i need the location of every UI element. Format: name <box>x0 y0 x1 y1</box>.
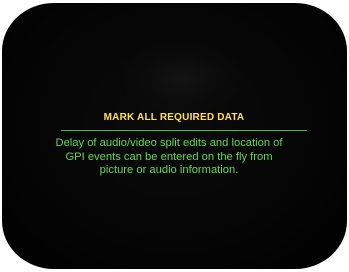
divider-line <box>61 130 307 131</box>
message-panel: MARK ALL REQUIRED DATA <box>89 112 259 123</box>
panel-description: Delay of audio/video split edits and loc… <box>55 137 283 176</box>
monitor: MARK ALL REQUIRED DATA Delay of audio/vi… <box>0 0 349 272</box>
screen-glare <box>122 43 242 113</box>
panel-title: MARK ALL REQUIRED DATA <box>103 112 245 123</box>
crt-display <box>2 3 347 269</box>
